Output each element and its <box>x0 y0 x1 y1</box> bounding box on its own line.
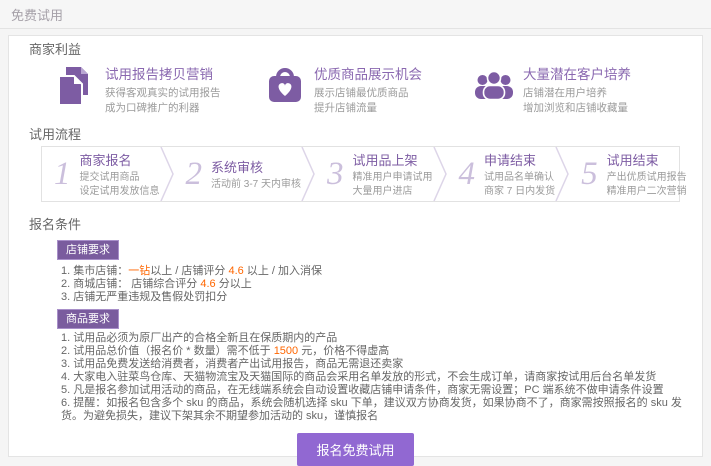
step-number: 3 <box>327 154 344 194</box>
shop-requirements-list: 1. 集市店铺：一钻以上 / 店铺评分 4.6 以上 / 加入消保 2. 商城店… <box>61 265 682 304</box>
process-step-5: 5 试用结束 产出优质试用报告 精准用户二次营销 <box>569 147 687 201</box>
step-line: 精准用户申请试用 <box>353 171 433 185</box>
list-item: 1. 集市店铺：一钻以上 / 店铺评分 4.6 以上 / 加入消保 <box>61 265 682 278</box>
benefit-line: 提升店铺流量 <box>314 101 422 116</box>
process-step-3: 3 试用品上架 精准用户申请试用 大量用户进店 <box>315 147 433 201</box>
users-group-icon <box>473 65 515 107</box>
process-step-4: 4 申请结束 试用品名单确认 商家 7 日内发货 <box>447 147 556 201</box>
benefit-product-display: 优质商品展示机会 展示店铺最优质商品 提升店铺流量 <box>264 63 473 115</box>
step-line: 产出优质试用报告 <box>607 171 687 185</box>
list-item: 1. 试用品必须为原厂出产的合格全新且在保质期内的产品 <box>61 332 682 345</box>
process-section-title: 试用流程 <box>29 127 682 142</box>
list-item: 3. 试用品免费发送给消费者，消费者产出试用报告，商品无需退还卖家 <box>61 358 682 371</box>
step-line: 精准用户二次营销 <box>607 185 687 199</box>
list-item: 4. 大家电入驻菜鸟仓库、天猫物流宝及天猫国际的商品会采用名单发放的形式，不会生… <box>61 371 682 384</box>
signup-free-trial-button[interactable]: 报名免费试用 <box>297 433 413 466</box>
step-line: 活动前 3-7 天内审核 <box>211 178 301 192</box>
step-line: 商家 7 日内发货 <box>484 185 555 199</box>
step-line: 大量用户进店 <box>353 185 433 199</box>
list-item: 6. 提醒：如报名包含多个 sku 的商品，系统会随机选择 sku 下单，建议双… <box>61 397 682 423</box>
step-line: 试用品名单确认 <box>484 171 555 185</box>
benefit-potential-customers: 大量潜在客户培养 店铺潜在用户培养 增加浏览和店铺收藏量 <box>473 63 682 115</box>
conditions-section-title: 报名条件 <box>29 217 682 232</box>
bag-heart-icon <box>264 65 306 107</box>
list-item: 2. 商城店铺： 店铺综合评分 4.6 分以上 <box>61 278 682 291</box>
benefit-title: 大量潜在客户培养 <box>523 63 631 83</box>
step-title: 试用品上架 <box>353 150 433 169</box>
chevron-right-icon <box>160 147 174 201</box>
highlight-value: 一钻 <box>128 265 150 277</box>
highlight-value: 4.6 <box>228 265 243 277</box>
page-title: 免费试用 <box>11 5 63 24</box>
highlight-value: 1500 <box>274 345 298 357</box>
chevron-right-icon <box>555 147 569 201</box>
list-item: 5. 凡是报名参加试用活动的商品，在无线端系统会自动设置收藏店铺申请条件，商家无… <box>61 384 682 397</box>
benefit-title: 试用报告拷贝营销 <box>105 63 221 83</box>
highlight-value: 4.6 <box>200 278 215 290</box>
benefits-section-title: 商家利益 <box>29 42 682 57</box>
step-number: 1 <box>54 154 71 194</box>
benefit-line: 展示店铺最优质商品 <box>314 86 422 101</box>
benefit-line: 增加浏览和店铺收藏量 <box>523 101 631 116</box>
step-title: 系统审核 <box>211 157 301 176</box>
step-title: 商家报名 <box>80 150 160 169</box>
step-line: 提交试用商品 <box>80 171 160 185</box>
shop-requirements-badge: 店铺要求 <box>57 240 119 260</box>
process-step-1: 1 商家报名 提交试用商品 设定试用发放信息 <box>42 147 160 201</box>
process-step-2: 2 系统审核 活动前 3-7 天内审核 <box>174 147 302 201</box>
list-item: 3. 店铺无严重违规及售假处罚扣分 <box>61 291 682 304</box>
chevron-right-icon <box>301 147 315 201</box>
benefit-report-marketing: 试用报告拷贝营销 获得客观真实的试用报告 成为口碑推广的利器 <box>55 63 264 115</box>
step-number: 2 <box>186 154 203 194</box>
step-number: 5 <box>581 154 598 194</box>
content-panel: 商家利益 试用报告拷贝营销 获得客观真实的试用报告 成为口碑推广的利器 <box>8 35 703 457</box>
document-copy-icon <box>55 65 97 107</box>
product-requirements-badge: 商品要求 <box>57 309 119 329</box>
page-header: 免费试用 <box>0 0 711 29</box>
step-title: 试用结束 <box>607 150 687 169</box>
step-title: 申请结束 <box>484 150 555 169</box>
step-number: 4 <box>459 154 476 194</box>
list-item: 2. 试用品总价值（报名价 * 数量）需不低于 1500 元，价格不得虚高 <box>61 345 682 358</box>
process-steps-band: 1 商家报名 提交试用商品 设定试用发放信息 2 系统审核 活动前 3-7 天内… <box>41 146 680 202</box>
product-requirements-list: 1. 试用品必须为原厂出产的合格全新且在保质期内的产品 2. 试用品总价值（报名… <box>61 332 682 423</box>
benefit-line: 成为口碑推广的利器 <box>105 101 221 116</box>
chevron-right-icon <box>433 147 447 201</box>
benefit-line: 获得客观真实的试用报告 <box>105 86 221 101</box>
benefits-row: 试用报告拷贝营销 获得客观真实的试用报告 成为口碑推广的利器 优质商品展示机会 … <box>29 63 682 115</box>
step-line: 设定试用发放信息 <box>80 185 160 199</box>
benefit-line: 店铺潜在用户培养 <box>523 86 631 101</box>
benefit-title: 优质商品展示机会 <box>314 63 422 83</box>
cta-row: 报名免费试用 <box>29 433 682 466</box>
